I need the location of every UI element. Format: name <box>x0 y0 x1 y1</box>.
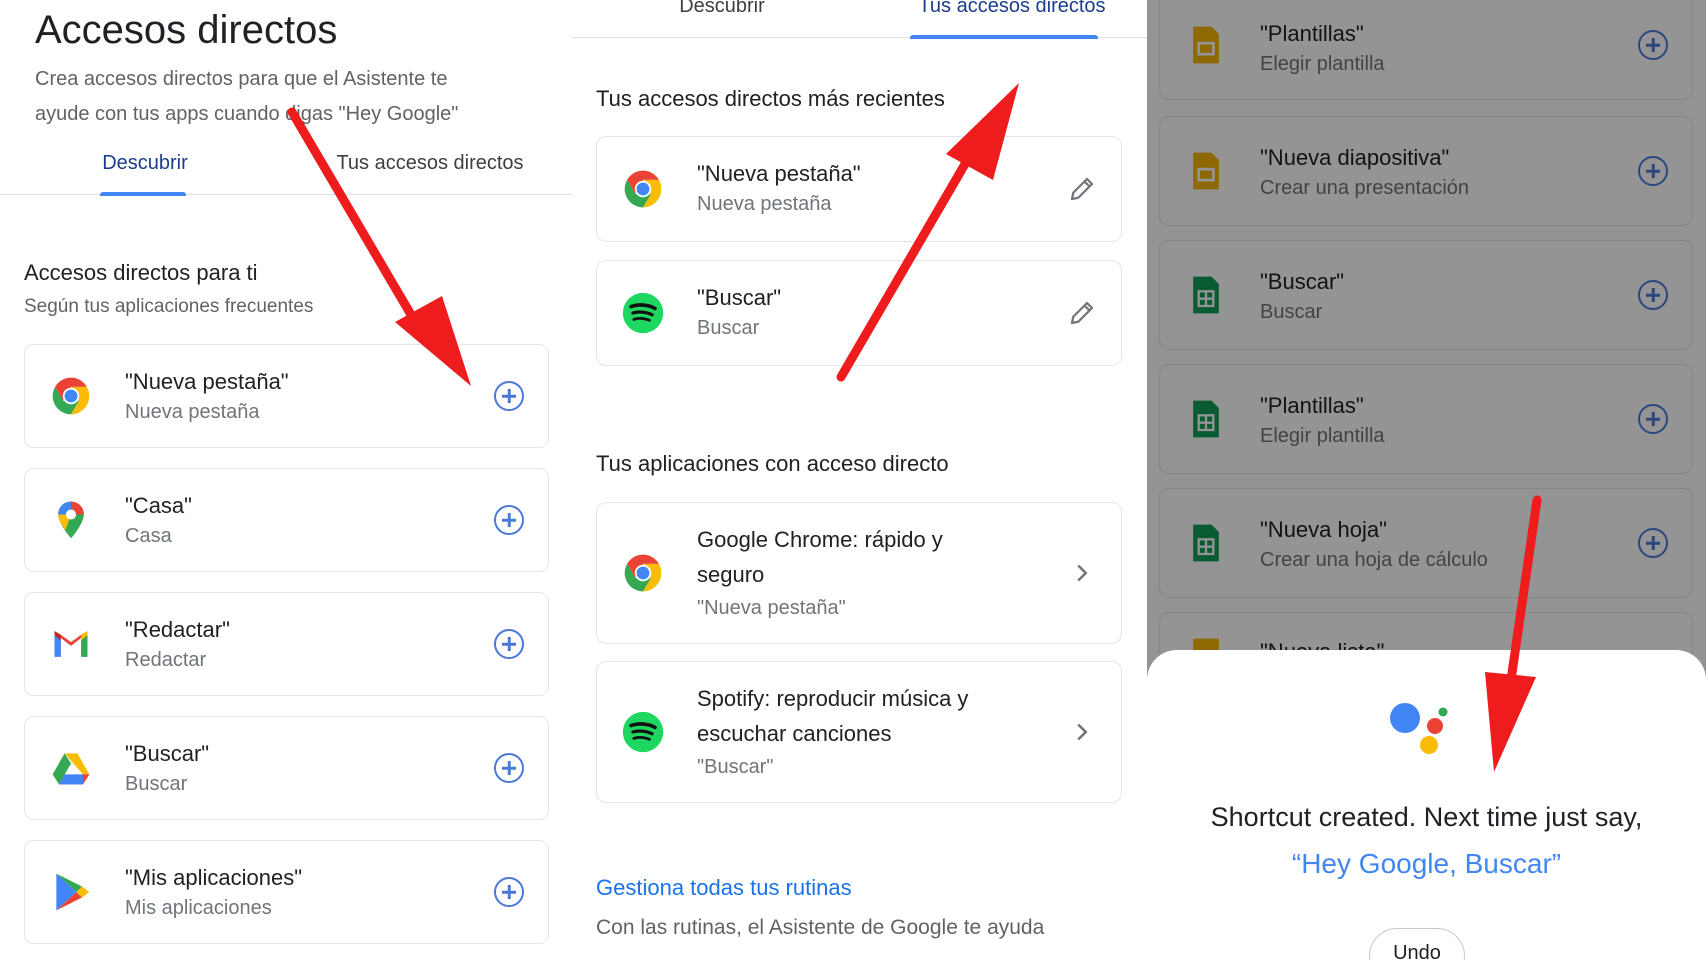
add-shortcut-icon[interactable] <box>494 629 524 659</box>
card-title: "Casa" <box>125 493 192 518</box>
app-name-line1: Spotify: reproducir música y <box>697 686 969 711</box>
page-subtitle: Crea accesos directos para que el Asiste… <box>35 68 459 125</box>
add-shortcut-icon[interactable] <box>1638 404 1668 434</box>
card-subtitle: Crear una hoja de cálculo <box>1260 549 1488 571</box>
add-shortcut-icon[interactable] <box>1638 30 1668 60</box>
card-title: "Nueva pestaña" <box>697 161 861 186</box>
card-title: "Mis aplicaciones" <box>125 865 303 890</box>
shortcut-card[interactable]: "Mis aplicaciones" Mis aplicaciones <box>24 840 549 944</box>
add-shortcut-icon[interactable] <box>494 877 524 907</box>
app-card[interactable]: Spotify: reproducir música y escuchar ca… <box>596 661 1122 803</box>
slides-icon <box>1193 152 1219 190</box>
section-subtitle: Según tus aplicaciones frecuentes <box>24 296 314 317</box>
add-shortcut-icon[interactable] <box>1638 156 1668 186</box>
card-subtitle: Nueva pestaña <box>697 193 832 215</box>
sheets-icon <box>1193 524 1219 562</box>
shortcut-card[interactable]: "Buscar" Buscar <box>24 716 549 820</box>
chevron-right-icon <box>1077 564 1088 582</box>
app-name-line2: seguro <box>697 562 765 587</box>
add-shortcut-icon[interactable] <box>1638 528 1668 558</box>
shortcut-card[interactable]: "Plantillas" Elegir plantilla <box>1159 0 1693 100</box>
shortcut-phrase: “Hey Google, Buscar” <box>1291 848 1562 879</box>
tab-discover[interactable]: Descubrir <box>60 145 230 195</box>
tab-your-shortcuts[interactable]: Tus accesos directos <box>892 0 1132 38</box>
card-subtitle: Elegir plantilla <box>1260 53 1385 75</box>
card-subtitle: Casa <box>125 525 172 547</box>
shortcut-card[interactable]: "Casa" Casa <box>24 468 549 572</box>
card-subtitle: Buscar <box>125 773 188 795</box>
edit-pencil-icon[interactable] <box>1067 174 1097 204</box>
sheets-icon <box>1193 400 1219 438</box>
your-shortcuts-panel: Descubrir Tus accesos directos Tus acces… <box>572 0 1147 960</box>
card-subtitle: Crear una presentación <box>1260 177 1470 199</box>
tab-discover[interactable]: Descubrir <box>632 0 812 38</box>
card-title: "Nueva diapositiva" <box>1260 145 1450 170</box>
tab-bar: Descubrir Tus accesos directos <box>572 0 1147 39</box>
tab-your-shortcuts[interactable]: Tus accesos directos <box>320 145 540 195</box>
spotify-icon <box>622 711 664 753</box>
chrome-icon <box>624 554 662 592</box>
card-subtitle: Nueva pestaña <box>125 401 260 423</box>
manage-routines-link[interactable]: Gestiona todas tus rutinas <box>596 875 852 901</box>
shortcut-card[interactable]: "Redactar" Redactar <box>24 592 549 696</box>
tab-bar: Descubrir Tus accesos directos <box>0 145 572 196</box>
spotify-icon <box>622 292 664 334</box>
app-name-line2: escuchar canciones <box>697 721 892 746</box>
card-subtitle: Redactar <box>125 649 207 671</box>
page-title: Accesos directos <box>35 8 338 52</box>
add-shortcut-icon[interactable] <box>494 505 524 535</box>
apps-section-title: Tus aplicaciones con acceso directo <box>596 451 949 476</box>
app-name-line1: Google Chrome: rápido y <box>697 527 943 552</box>
shortcut-created-message: Shortcut created. Next time just say, <box>1210 802 1643 832</box>
card-title: "Nueva hoja" <box>1260 517 1387 542</box>
shortcut-card[interactable]: "Nueva hoja" Crear una hoja de cálculo <box>1159 488 1693 598</box>
shortcut-card[interactable]: "Buscar" Buscar <box>1159 240 1693 350</box>
card-title: "Buscar" <box>125 741 210 766</box>
slides-icon <box>1193 26 1219 64</box>
card-subtitle: Buscar <box>697 317 760 339</box>
play-store-icon <box>56 873 90 911</box>
shortcut-card[interactable]: "Nueva diapositiva" Crear una presentaci… <box>1159 116 1693 226</box>
maps-icon <box>58 501 84 539</box>
card-title: "Redactar" <box>125 617 230 642</box>
routines-description: Con las rutinas, el Asistente de Google … <box>596 916 1045 939</box>
card-title: "Nueva pestaña" <box>125 369 289 394</box>
card-title: "Plantillas" <box>1260 393 1364 418</box>
drive-icon <box>52 753 90 785</box>
gmail-icon <box>54 631 88 657</box>
shortcut-card[interactable]: "Plantillas" Elegir plantilla <box>1159 364 1693 474</box>
tab-active-indicator <box>910 35 1098 39</box>
add-shortcut-icon[interactable] <box>1638 280 1668 310</box>
recent-shortcut-card[interactable]: "Nueva pestaña" Nueva pestaña <box>596 136 1122 242</box>
discover-panel: Accesos directos Crea accesos directos p… <box>0 0 572 960</box>
recent-shortcut-card[interactable]: "Buscar" Buscar <box>596 260 1122 366</box>
section-title: Accesos directos para ti <box>24 260 258 285</box>
card-subtitle: Mis aplicaciones <box>125 897 272 919</box>
card-title: "Buscar" <box>697 285 782 310</box>
card-subtitle: Elegir plantilla <box>1260 425 1385 447</box>
chrome-icon <box>624 170 662 208</box>
sheets-icon <box>1193 276 1219 314</box>
tab-active-indicator <box>100 192 186 196</box>
card-title: "Buscar" <box>1260 269 1345 294</box>
add-shortcut-icon[interactable] <box>494 753 524 783</box>
undo-button[interactable]: Undo <box>1369 928 1465 960</box>
card-subtitle: Buscar <box>1260 301 1323 323</box>
app-shortcut: "Buscar" <box>697 756 774 778</box>
google-assistant-icon <box>1390 703 1448 754</box>
chrome-icon <box>52 377 90 415</box>
recent-section-title: Tus accesos directos más recientes <box>596 86 945 111</box>
shortcut-created-sheet: Shortcut created. Next time just say, “H… <box>1147 650 1706 960</box>
add-shortcut-icon[interactable] <box>494 381 524 411</box>
app-card[interactable]: Google Chrome: rápido y seguro "Nueva pe… <box>596 502 1122 644</box>
card-title: "Plantillas" <box>1260 21 1364 46</box>
shortcut-card[interactable]: "Nueva pestaña" Nueva pestaña <box>24 344 549 448</box>
edit-pencil-icon[interactable] <box>1067 298 1097 328</box>
chevron-right-icon <box>1077 723 1088 741</box>
app-shortcut: "Nueva pestaña" <box>697 597 846 619</box>
shortcut-created-panel: "Plantillas" Elegir plantilla "Nueva dia… <box>1147 0 1706 960</box>
